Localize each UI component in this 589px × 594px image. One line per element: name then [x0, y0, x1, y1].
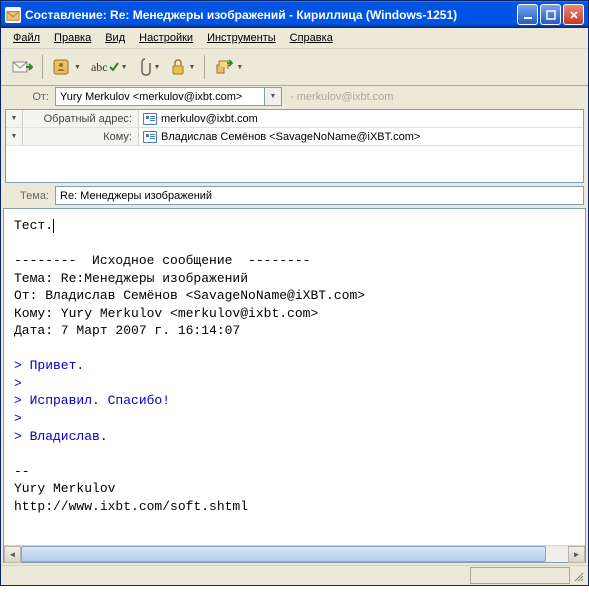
scroll-track[interactable] [21, 546, 568, 562]
chevron-down-icon: ▼ [236, 64, 243, 71]
menu-edit[interactable]: Правка [48, 30, 97, 46]
menubar: Файл Правка Вид Настройки Инструменты Сп… [1, 28, 588, 49]
from-extra: - merkulov@ixbt.com [282, 91, 393, 103]
separator [42, 55, 43, 79]
to-type-dropdown[interactable]: ▼ [6, 128, 23, 145]
signature-url: http://www.ixbt.com/soft.shtml [14, 499, 248, 514]
menu-file[interactable]: Файл [7, 30, 46, 46]
titlebar[interactable]: Составление: Re: Менеджеры изображений -… [1, 1, 588, 28]
quote-line: > [14, 376, 22, 391]
app-icon [5, 7, 21, 23]
quote-line: > Исправил. Спасибо! [14, 393, 170, 408]
quote-line: > Владислав. [14, 429, 108, 444]
quote-line: > Привет. [14, 358, 84, 373]
spellcheck-button[interactable]: abc ▼ [87, 53, 132, 81]
from-dropdown[interactable]: ▼ [265, 87, 282, 106]
from-row: От: ▼ - merkulov@ixbt.com [1, 86, 588, 107]
separator [204, 55, 205, 79]
quote-line: > [14, 411, 22, 426]
menu-tools[interactable]: Инструменты [201, 30, 282, 46]
reply-to-text: merkulov@ixbt.com [161, 113, 258, 125]
minimize-button[interactable] [517, 4, 538, 25]
maximize-button[interactable] [540, 4, 561, 25]
menu-view[interactable]: Вид [99, 30, 131, 46]
window-title: Составление: Re: Менеджеры изображений -… [25, 8, 517, 22]
reply-to-value[interactable]: merkulov@ixbt.com [139, 113, 583, 125]
signature-sep: -- [14, 464, 30, 479]
chevron-down-icon: ▼ [121, 64, 128, 71]
address-empty-rows[interactable] [6, 146, 583, 182]
menu-settings[interactable]: Настройки [133, 30, 199, 46]
horizontal-scrollbar[interactable]: ◄ ► [4, 545, 585, 562]
close-button[interactable] [563, 4, 584, 25]
resize-grip[interactable] [570, 567, 586, 584]
subject-label: Тема: [5, 190, 55, 202]
reply-to-type-dropdown[interactable]: ▼ [6, 110, 23, 127]
save-button[interactable]: ▼ [210, 53, 247, 81]
orig-subject: Тема: Re:Менеджеры изображений [14, 271, 248, 286]
contact-card-icon [143, 113, 157, 125]
to-text: Владислав Семёнов <SavageNoName@iXBT.com… [161, 131, 420, 143]
reply-to-row: ▼ Обратный адрес: merkulov@ixbt.com [6, 110, 583, 128]
contacts-button[interactable]: ▼ [48, 53, 85, 81]
chevron-down-icon: ▼ [188, 64, 195, 71]
typed-text: Тест. [14, 218, 53, 233]
menu-help[interactable]: Справка [284, 30, 339, 46]
orig-from: От: Владислав Семёнов <SavageNoName@iXBT… [14, 288, 365, 303]
chevron-down-icon: ▼ [74, 64, 81, 71]
subject-input[interactable] [55, 186, 584, 205]
from-input[interactable] [55, 87, 265, 106]
security-button[interactable]: ▼ [166, 53, 199, 81]
scroll-thumb[interactable] [21, 546, 546, 562]
statusbar [1, 565, 588, 585]
to-value[interactable]: Владислав Семёнов <SavageNoName@iXBT.com… [139, 131, 583, 143]
editor-wrap: Тест. -------- Исходное сообщение ------… [3, 208, 586, 563]
signature-name: Yury Merkulov [14, 481, 115, 496]
chevron-down-icon: ▼ [154, 64, 161, 71]
to-row: ▼ Кому: Владислав Семёнов <SavageNoName@… [6, 128, 583, 146]
from-label: От: [5, 91, 55, 103]
reply-to-label: Обратный адрес: [23, 113, 138, 125]
status-cell [470, 567, 570, 584]
message-body[interactable]: Тест. -------- Исходное сообщение ------… [4, 209, 585, 545]
text-cursor [53, 219, 54, 233]
scroll-right-button[interactable]: ► [568, 546, 585, 563]
compose-window: Составление: Re: Менеджеры изображений -… [0, 0, 589, 586]
subject-row: Тема: [1, 185, 588, 206]
attach-button[interactable]: ▼ [134, 53, 165, 81]
to-label: Кому: [23, 131, 138, 143]
toolbar: ▼ abc ▼ ▼ ▼ ▼ [1, 49, 588, 86]
contact-card-icon [143, 131, 157, 143]
orig-date: Дата: 7 Март 2007 г. 16:14:07 [14, 323, 240, 338]
send-button[interactable] [7, 53, 37, 81]
orig-to: Кому: Yury Merkulov <merkulov@ixbt.com> [14, 306, 318, 321]
scroll-left-button[interactable]: ◄ [4, 546, 21, 563]
original-separator: -------- Исходное сообщение -------- [14, 253, 310, 268]
address-grid: ▼ Обратный адрес: merkulov@ixbt.com ▼ Ко… [5, 109, 584, 183]
